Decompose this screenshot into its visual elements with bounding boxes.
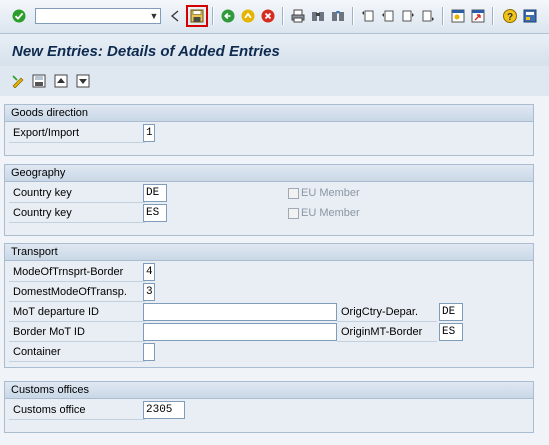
svg-text:?: ?	[507, 12, 513, 23]
group-header: Transport	[5, 244, 533, 261]
country-key-label: Country key	[9, 204, 145, 223]
container-field[interactable]	[143, 343, 155, 361]
help-icon[interactable]: ?	[502, 8, 518, 24]
border-mot-id-label: Border MoT ID	[9, 323, 145, 342]
back-icon[interactable]	[220, 8, 236, 24]
group-header: Geography	[5, 165, 533, 182]
save-icon[interactable]	[189, 8, 205, 24]
eu-member-checkbox[interactable]	[288, 208, 299, 219]
toolbar-separator	[212, 7, 214, 25]
eu-member-label: EU Member	[301, 187, 360, 199]
find-icon[interactable]	[310, 8, 326, 24]
first-page-icon[interactable]	[360, 8, 376, 24]
group-header: Customs offices	[5, 382, 533, 399]
exit-icon[interactable]	[240, 8, 256, 24]
last-page-icon[interactable]	[420, 8, 436, 24]
domestic-mode-field[interactable]: 3	[143, 283, 155, 301]
command-field[interactable]	[35, 8, 161, 24]
eu-member-checkbox[interactable]	[288, 188, 299, 199]
toolbar-separator	[352, 7, 354, 25]
shortcut-icon[interactable]	[470, 8, 486, 24]
customs-office-field[interactable]: 2305	[143, 401, 185, 419]
container-label: Container	[9, 343, 145, 362]
country-key-field[interactable]: DE	[143, 184, 167, 202]
mode-of-transport-border-field[interactable]: 4	[143, 263, 155, 281]
chevron-down-icon[interactable]: ▼	[146, 8, 162, 24]
system-toolbar: ▼ ?	[0, 0, 549, 34]
create-session-icon[interactable]	[450, 8, 466, 24]
export-import-label: Export/Import	[9, 124, 145, 143]
mot-departure-id-field[interactable]	[143, 303, 337, 321]
eu-member-label: EU Member	[301, 207, 360, 219]
application-toolbar	[0, 67, 549, 95]
layout-menu-icon[interactable]	[522, 8, 538, 24]
change-display-icon[interactable]	[10, 73, 26, 89]
country-key-label: Country key	[9, 184, 145, 203]
previous-entry-icon[interactable]	[53, 73, 69, 89]
next-entry-icon[interactable]	[75, 73, 91, 89]
cancel-icon[interactable]	[260, 8, 276, 24]
goods-direction-group: Goods direction Export/Import 1	[4, 104, 534, 156]
previous-page-icon[interactable]	[380, 8, 396, 24]
country-key-field[interactable]: ES	[143, 204, 167, 222]
enter-icon[interactable]	[11, 8, 27, 24]
toolbar-separator	[442, 7, 444, 25]
mode-of-transport-border-label: ModeOfTrnsprt-Border	[9, 263, 145, 282]
orig-ctry-depar-field[interactable]: DE	[439, 303, 463, 321]
next-page-icon[interactable]	[400, 8, 416, 24]
customs-office-label: Customs office	[9, 401, 145, 420]
page-title: New Entries: Details of Added Entries	[12, 43, 280, 60]
domestic-mode-label: DomestModeOfTransp.	[9, 283, 145, 302]
back-arrow-icon[interactable]	[170, 8, 180, 24]
find-next-icon[interactable]	[330, 8, 346, 24]
save-local-icon[interactable]	[31, 73, 47, 89]
origin-mt-border-field[interactable]: ES	[439, 323, 463, 341]
content-area: Goods direction Export/Import 1 Geograph…	[0, 96, 549, 445]
orig-ctry-depar-label: OrigCtry-Depar.	[337, 303, 437, 322]
transport-group: Transport ModeOfTrnsprt-Border 4 DomestM…	[4, 243, 534, 368]
toolbar-separator	[492, 7, 494, 25]
toolbar-separator	[282, 7, 284, 25]
geography-group: Geography Country key DE EU Member Count…	[4, 164, 534, 236]
customs-offices-group: Customs offices Customs office 2305	[4, 381, 534, 433]
mot-departure-id-label: MoT departure ID	[9, 303, 145, 322]
group-header: Goods direction	[5, 105, 533, 122]
export-import-field[interactable]: 1	[143, 124, 155, 142]
print-icon[interactable]	[290, 8, 306, 24]
origin-mt-border-label: OriginMT-Border	[337, 323, 437, 342]
title-bar: New Entries: Details of Added Entries	[0, 34, 549, 66]
border-mot-id-field[interactable]	[143, 323, 337, 341]
